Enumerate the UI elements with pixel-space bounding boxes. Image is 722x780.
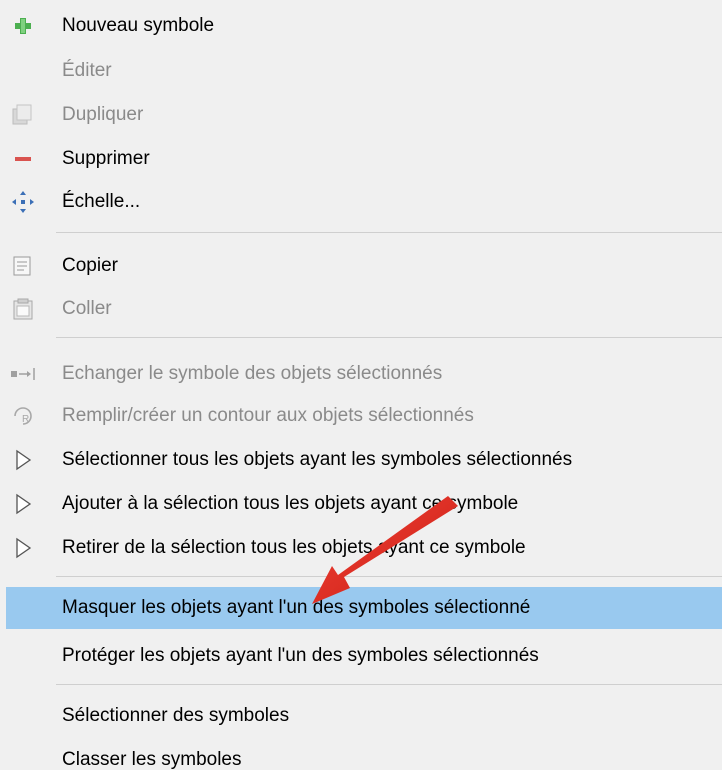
menu-item-hide-objects[interactable]: Masquer les objets ayant l'un des symbol… [6,587,722,629]
menu-item-add-to-selection[interactable]: Ajouter à la sélection tous les objets a… [6,484,722,524]
menu-item-label: Classer les symboles [62,749,242,770]
copy-icon [6,246,40,286]
menu-item-label: Protéger les objets ayant l'un des symbo… [62,645,539,666]
menu-item-duplicate[interactable]: Dupliquer [6,95,722,135]
menu-item-scale[interactable]: Échelle... [6,182,722,222]
menu-separator [56,684,722,685]
menu-item-label: Éditer [62,60,112,81]
menu-separator [56,337,722,338]
menu-item-delete[interactable]: Supprimer [6,139,722,179]
cursor-icon [6,528,40,568]
menu-item-label: Nouveau symbole [62,15,215,36]
menu-item-label: Sélectionner tous les objets ayant les s… [62,449,573,470]
menu-item-label: Masquer les objets ayant l'un des symbol… [62,597,531,618]
cursor-icon [6,484,40,524]
menu-item-edit[interactable]: Éditer [6,51,722,91]
plus-icon [6,6,40,46]
menu-item-label: Coller [62,298,112,319]
menu-item-sort-symbols[interactable]: Classer les symboles [6,740,722,780]
menu-item-label: Remplir/créer un contour aux objets séle… [62,405,474,426]
menu-item-swap-symbol[interactable]: Echanger le symbole des objets sélection… [6,354,722,394]
menu-item-label: Copier [62,255,118,276]
menu-item-label: Ajouter à la sélection tous les objets a… [62,493,519,514]
duplicate-icon [6,95,40,135]
menu-item-label: Échelle... [62,191,141,212]
menu-item-select-all-with-symbols[interactable]: Sélectionner tous les objets ayant les s… [6,440,722,480]
swap-icon [6,354,40,394]
minus-icon [6,139,40,179]
menu-item-protect-objects[interactable]: Protéger les objets ayant l'un des symbo… [6,636,722,676]
menu-item-copy[interactable]: Copier [6,246,722,286]
menu-item-label: Echanger le symbole des objets sélection… [62,363,443,384]
menu-item-label: Sélectionner des symboles [62,705,290,726]
context-menu: Nouveau symbole Éditer Dupliquer Supprim… [0,0,722,770]
cursor-icon [6,440,40,480]
fill-outline-icon: R [6,396,40,436]
menu-item-label: Dupliquer [62,104,144,125]
menu-item-remove-from-selection[interactable]: Retirer de la sélection tous les objets … [6,528,722,568]
menu-item-label: Supprimer [62,148,150,169]
menu-separator [56,576,722,577]
menu-item-select-symbols[interactable]: Sélectionner des symboles [6,696,722,736]
svg-text:R: R [22,414,29,425]
menu-item-label: Retirer de la sélection tous les objets … [62,537,526,558]
menu-separator [56,232,722,233]
menu-item-new-symbol[interactable]: Nouveau symbole [6,6,722,46]
paste-icon [6,289,40,329]
scale-icon [6,182,40,222]
menu-item-fill-outline[interactable]: R Remplir/créer un contour aux objets sé… [6,396,722,436]
menu-item-paste[interactable]: Coller [6,289,722,329]
